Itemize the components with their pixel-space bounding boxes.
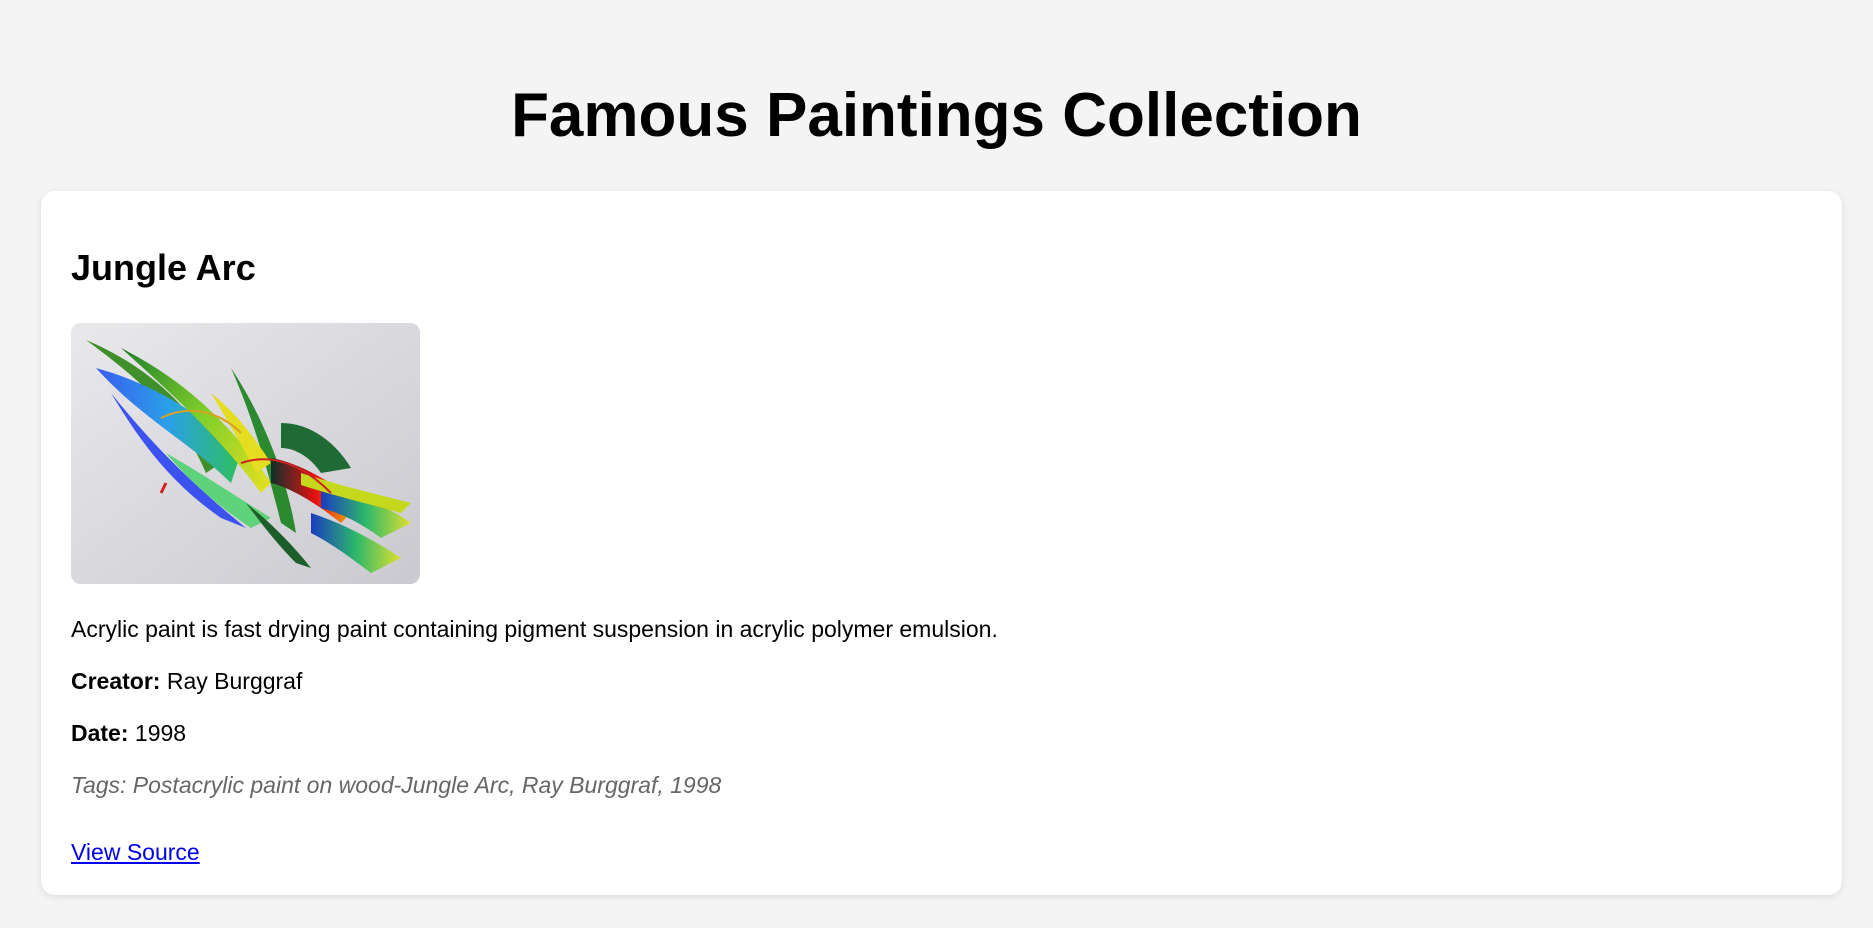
view-source-link[interactable]: View Source bbox=[71, 837, 200, 867]
creator-line: Creator: Ray Burggraf bbox=[71, 666, 302, 696]
page-title: Famous Paintings Collection bbox=[511, 81, 1362, 150]
date-line: Date: 1998 bbox=[71, 718, 186, 748]
painting-description: Acrylic paint is fast drying paint conta… bbox=[71, 616, 998, 642]
painting-artwork bbox=[71, 323, 420, 584]
painting-card: Jungle Arc Acrylic paint is fast drying … bbox=[41, 191, 1842, 895]
date-value: 1998 bbox=[134, 720, 187, 746]
creator-value: Ray Burggraf bbox=[166, 668, 303, 694]
painting-image bbox=[71, 323, 420, 584]
tags-line: Tags: Postacrylic paint on wood-Jungle A… bbox=[71, 772, 722, 798]
date-label: Date: bbox=[71, 720, 129, 746]
creator-label: Creator: bbox=[71, 668, 161, 694]
painting-title: Jungle Arc bbox=[71, 247, 256, 288]
